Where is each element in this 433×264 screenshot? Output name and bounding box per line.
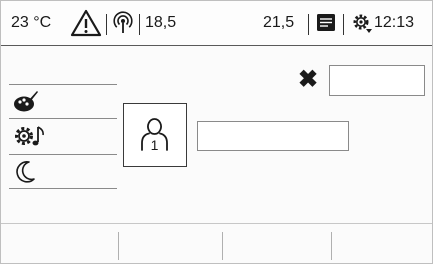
status-bar: 23 °C 18,5 21,5 12:13: [1, 1, 432, 46]
menu-divider: [9, 154, 117, 155]
bottom-softkey-bar: [1, 223, 432, 264]
messages-icon[interactable]: [314, 1, 338, 45]
color-palette-icon[interactable]: [13, 89, 39, 118]
profile-button[interactable]: 1: [123, 103, 187, 167]
warning-triangle-icon[interactable]: [70, 1, 102, 45]
close-field[interactable]: [329, 65, 425, 96]
menu-divider: [9, 84, 117, 85]
climate-left-temperature[interactable]: 18,5: [145, 1, 176, 45]
menu-divider: [9, 118, 117, 119]
softkey-1[interactable]: [1, 224, 119, 264]
profile-number: 1: [151, 137, 159, 153]
user-profile-1-icon: 1: [141, 118, 168, 153]
radio-signal-icon[interactable]: [111, 1, 135, 45]
profile-name-field[interactable]: [197, 121, 349, 151]
status-divider: [308, 14, 309, 35]
status-divider: [106, 14, 107, 35]
softkey-2[interactable]: [119, 224, 223, 264]
softkey-4[interactable]: [332, 224, 432, 264]
menu-divider: [9, 188, 117, 189]
softkey-3[interactable]: [223, 224, 332, 264]
close-icon[interactable]: ✖: [298, 68, 318, 92]
settings-gear-icon[interactable]: [351, 1, 373, 45]
outside-temperature: 23 °C: [11, 14, 52, 31]
climate-right-temperature[interactable]: 21,5: [263, 1, 294, 45]
clock: 12:13: [374, 14, 415, 31]
night-mode-moon-icon[interactable]: [13, 159, 39, 190]
infotainment-screen: 23 °C 18,5 21,5 12:13 ✖ 1: [0, 0, 433, 264]
status-divider: [343, 14, 344, 35]
status-divider: [139, 14, 140, 35]
sound-settings-icon[interactable]: [13, 123, 47, 154]
